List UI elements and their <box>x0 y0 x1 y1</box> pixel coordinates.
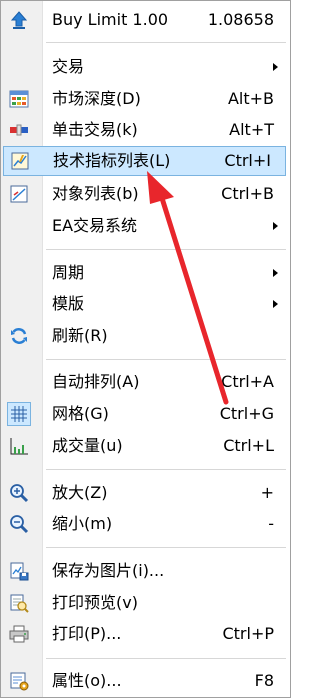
grid-shortcut: Ctrl+G <box>219 403 274 423</box>
objects-list-shortcut: Ctrl+B <box>221 183 274 203</box>
separator <box>46 249 286 250</box>
market-depth-shortcut: Alt+B <box>227 88 274 108</box>
menu-item-ea-system[interactable]: EA交易系统 <box>1 210 290 241</box>
zoom-out-icon <box>10 514 29 533</box>
printer-icon <box>9 625 29 642</box>
menu-item-volumes[interactable]: 成交量(u) Ctrl+L <box>1 430 290 461</box>
menu-item-buy-limit[interactable]: Buy Limit 1.00 1.08658 <box>1 4 290 35</box>
separator <box>46 547 286 548</box>
menu-item-properties[interactable]: 属性(o)... F8 <box>1 665 290 696</box>
separator <box>46 658 286 659</box>
submenu-arrow-icon <box>273 221 278 230</box>
menu-item-zoom-out[interactable]: 缩小(m) - <box>1 508 290 539</box>
menu-item-objects-list[interactable]: 对象列表(b) Ctrl+B <box>1 178 290 209</box>
submenu-arrow-icon <box>273 299 278 308</box>
menu-item-print-preview[interactable]: 打印预览(v) <box>1 587 290 618</box>
up-arrow-icon <box>10 10 28 29</box>
submenu-arrow-icon <box>273 268 278 277</box>
refresh-icon <box>11 327 27 344</box>
grid-icon <box>7 401 31 426</box>
print-preview-icon <box>10 594 29 613</box>
submenu-arrow-icon <box>273 62 278 71</box>
zoom-out-shortcut: - <box>268 513 274 533</box>
menu-item-indicators-list[interactable]: 技术指标列表(L) Ctrl+I <box>3 146 286 176</box>
print-shortcut: Ctrl+P <box>222 623 274 643</box>
menu-item-one-click[interactable]: 单击交易(k) Alt+T <box>1 114 290 145</box>
trade-slider-icon <box>10 124 28 135</box>
volumes-shortcut: Ctrl+L <box>223 435 274 455</box>
indicators-list-shortcut: Ctrl+I <box>224 151 271 170</box>
properties-icon <box>10 672 29 690</box>
volumes-label: 成交量(u) <box>52 435 123 455</box>
menu-item-refresh[interactable]: 刷新(R) <box>1 320 290 351</box>
properties-label: 属性(o)... <box>52 670 122 690</box>
objects-chart-icon <box>10 185 28 202</box>
menu-item-auto-scroll[interactable]: 自动排列(A) Ctrl+A <box>1 366 290 397</box>
print-label: 打印(P)... <box>52 623 122 643</box>
menu-item-timeframes[interactable]: 周期 <box>1 257 290 288</box>
ea-system-label: EA交易系统 <box>52 215 138 235</box>
objects-list-label: 对象列表(b) <box>52 183 139 203</box>
zoom-in-label: 放大(Z) <box>52 482 108 502</box>
auto-scroll-shortcut: Ctrl+A <box>221 371 274 391</box>
separator <box>46 359 286 360</box>
refresh-label: 刷新(R) <box>52 325 108 345</box>
indicator-chart-icon <box>11 152 29 170</box>
zoom-in-icon <box>10 483 29 502</box>
save-picture-icon <box>10 562 29 580</box>
one-click-label: 单击交易(k) <box>52 119 138 139</box>
properties-shortcut: F8 <box>254 670 274 690</box>
menu-item-templates[interactable]: 模版 <box>1 288 290 319</box>
grid-table-icon <box>9 90 29 107</box>
buy-limit-price: 1.08658 <box>207 9 274 29</box>
separator <box>46 469 286 470</box>
menu-item-grid[interactable]: 网格(G) Ctrl+G <box>1 398 290 429</box>
templates-label: 模版 <box>52 293 85 313</box>
menu-item-trading[interactable]: 交易 <box>1 51 290 82</box>
menu-item-save-picture[interactable]: 保存为图片(i)... <box>1 555 290 586</box>
grid-label: 网格(G) <box>52 403 109 423</box>
menu-item-zoom-in[interactable]: 放大(Z) + <box>1 477 290 508</box>
timeframes-label: 周期 <box>52 262 85 282</box>
trading-label: 交易 <box>52 56 85 76</box>
market-depth-label: 市场深度(D) <box>52 88 141 108</box>
menu-item-print[interactable]: 打印(P)... Ctrl+P <box>1 618 290 649</box>
save-picture-label: 保存为图片(i)... <box>52 560 165 580</box>
zoom-in-shortcut: + <box>260 482 274 502</box>
one-click-shortcut: Alt+T <box>229 119 274 139</box>
auto-scroll-label: 自动排列(A) <box>52 371 140 391</box>
volumes-icon <box>10 437 28 454</box>
buy-limit-label: Buy Limit 1.00 <box>52 9 169 29</box>
print-preview-label: 打印预览(v) <box>52 592 138 612</box>
chart-context-menu: Buy Limit 1.00 1.08658 交易 市场深度(D) Alt+B … <box>0 0 291 698</box>
indicators-list-label: 技术指标列表(L) <box>53 151 171 170</box>
zoom-out-label: 缩小(m) <box>52 513 113 533</box>
menu-item-market-depth[interactable]: 市场深度(D) Alt+B <box>1 83 290 114</box>
separator <box>46 42 286 43</box>
